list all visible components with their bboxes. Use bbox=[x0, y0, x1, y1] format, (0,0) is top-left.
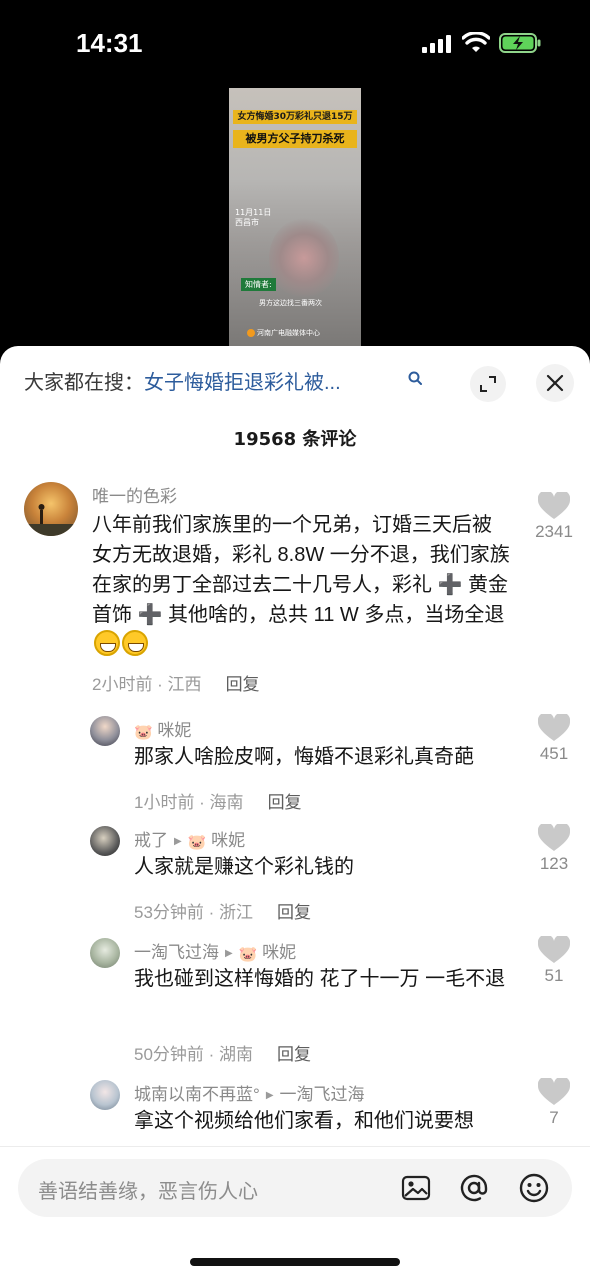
like-count: 51 bbox=[544, 966, 564, 985]
avatar[interactable] bbox=[90, 716, 120, 746]
video-headline-1: 女方悔婚30万彩礼只退15万 bbox=[233, 110, 357, 124]
expand-button[interactable] bbox=[470, 366, 506, 402]
like-button[interactable]: 2341 bbox=[524, 492, 584, 542]
comment-text: 八年前我们家族里的一个兄弟，订婚三天后被女方无故退婚，彩礼 8.8W 一分不退，… bbox=[92, 510, 510, 660]
reply-button[interactable]: 回复 bbox=[277, 1045, 311, 1064]
search-suggestion-label: 大家都在搜： bbox=[24, 372, 144, 394]
pig-icon: 🐷 bbox=[187, 834, 207, 851]
comment-meta: 1小时前 · 海南 回复 bbox=[134, 788, 302, 813]
comment-input-placeholder: 善语结善缘，恶言伤人心 bbox=[38, 1181, 258, 1203]
heart-icon bbox=[538, 1078, 570, 1105]
like-count: 451 bbox=[539, 744, 569, 763]
heart-icon bbox=[538, 936, 570, 963]
avatar[interactable] bbox=[24, 482, 78, 536]
reply-button[interactable]: 回复 bbox=[268, 793, 302, 812]
brand-logo-icon bbox=[247, 329, 255, 337]
heart-icon bbox=[538, 824, 570, 851]
signal-icon bbox=[422, 35, 451, 53]
comment-username[interactable]: 戒了 ▶ 🐷 咪妮 bbox=[134, 826, 245, 851]
wifi-icon bbox=[462, 32, 490, 52]
status-time: 14:31 bbox=[76, 28, 143, 58]
comment-username-text: 一淘飞过海 bbox=[134, 943, 219, 962]
reply-arrow-icon: ▶ bbox=[174, 836, 182, 847]
avatar[interactable] bbox=[90, 1080, 120, 1110]
video-thumbnail[interactable]: 女方悔婚30万彩礼只退15万 被男方父子持刀杀死 11月11日 西昌市 知情者:… bbox=[229, 88, 361, 348]
like-count: 123 bbox=[539, 854, 569, 873]
comment-input[interactable]: 善语结善缘，恶言伤人心 bbox=[18, 1159, 572, 1217]
video-subtitle: 男方这边找三番两次 bbox=[259, 299, 322, 307]
comment-time-location: 2小时前 · 江西 bbox=[92, 675, 202, 694]
comment-meta: 2小时前 · 江西 回复 bbox=[92, 670, 260, 695]
comment-text: 人家就是赚这个彩礼钱的 bbox=[134, 856, 354, 878]
comment-username[interactable]: 一淘飞过海 ▶ 🐷 咪妮 bbox=[134, 938, 296, 963]
video-date: 11月11日 西昌市 bbox=[235, 208, 272, 227]
like-button[interactable]: 7 bbox=[524, 1078, 584, 1128]
video-brand-text: 河南广电融媒体中心 bbox=[257, 329, 320, 337]
heart-icon bbox=[538, 714, 570, 741]
comment-text: 拿这个视频给他们家看，和他们说要想 bbox=[134, 1110, 474, 1132]
comment-text-body: 八年前我们家族里的一个兄弟，订婚三天后被女方无故退婚，彩礼 8.8W 一分不退，… bbox=[92, 514, 510, 626]
grin-emoji-icon bbox=[122, 630, 148, 656]
comment-meta: 53分钟前 · 浙江 回复 bbox=[134, 898, 311, 923]
battery-charging-icon bbox=[499, 33, 541, 53]
reply-button[interactable]: 回复 bbox=[226, 675, 260, 694]
pig-icon: 🐷 bbox=[238, 946, 258, 963]
comment-item: 唯一的色彩 八年前我们家族里的一个兄弟，订婚三天后被女方无故退婚，彩礼 8.8W… bbox=[0, 478, 590, 698]
like-button[interactable]: 51 bbox=[524, 936, 584, 986]
comment-item: 🐷 咪妮 那家人啥脸皮啊，悔婚不退彩礼真奇葩 1小时前 · 海南 回复 451 bbox=[0, 714, 590, 818]
comment-text: 我也碰到这样悔婚的 花了十一万 一毛不退 bbox=[134, 968, 506, 990]
comment-time-location: 50分钟前 · 湖南 bbox=[134, 1045, 254, 1064]
comment-sheet: 大家都在搜：女子悔婚拒退彩礼被... 19568 条评论 唯一的色彩 八年前我们… bbox=[0, 346, 590, 1280]
comment-username[interactable]: 唯一的色彩 bbox=[92, 482, 177, 507]
comment-username-text: 城南以南不再蓝° bbox=[134, 1085, 260, 1104]
at-icon[interactable] bbox=[458, 1172, 490, 1204]
like-button[interactable]: 451 bbox=[524, 714, 584, 764]
avatar[interactable] bbox=[90, 938, 120, 968]
home-indicator[interactable] bbox=[190, 1258, 400, 1266]
comment-list[interactable]: 唯一的色彩 八年前我们家族里的一个兄弟，订婚三天后被女方无故退婚，彩礼 8.8W… bbox=[0, 478, 590, 1146]
close-icon bbox=[546, 374, 564, 392]
reply-arrow-icon: ▶ bbox=[225, 948, 233, 959]
video-witness-label: 知情者: bbox=[241, 278, 276, 291]
avatar[interactable] bbox=[90, 826, 120, 856]
comment-item: 一淘飞过海 ▶ 🐷 咪妮 我也碰到这样悔婚的 花了十一万 一毛不退 50分钟前 · … bbox=[0, 936, 590, 1076]
comment-meta: 50分钟前 · 湖南 回复 bbox=[134, 1040, 311, 1065]
avatar-silhouette bbox=[24, 504, 78, 536]
comment-reply-to: 一淘飞过海 bbox=[279, 1085, 365, 1104]
pig-icon: 🐷 bbox=[134, 724, 153, 741]
comment-time-location: 1小时前 · 海南 bbox=[134, 793, 244, 812]
expand-icon bbox=[480, 376, 496, 392]
comment-count: 19568 条评论 bbox=[233, 429, 357, 450]
comment-username-text: 戒了 bbox=[134, 831, 168, 850]
comment-reply-to: 咪妮 bbox=[211, 831, 246, 850]
comment-time-location: 53分钟前 · 浙江 bbox=[134, 903, 254, 922]
reply-arrow-icon: ▶ bbox=[265, 1090, 274, 1101]
comment-item: 戒了 ▶ 🐷 咪妮 人家就是赚这个彩礼钱的 53分钟前 · 浙江 回复 123 bbox=[0, 824, 590, 930]
image-icon[interactable] bbox=[400, 1172, 432, 1204]
status-bar: 14:31 bbox=[0, 0, 590, 88]
video-headline-2: 被男方父子持刀杀死 bbox=[233, 130, 357, 148]
comment-reply-to: 咪妮 bbox=[262, 943, 297, 962]
reply-button[interactable]: 回复 bbox=[277, 903, 311, 922]
video-blurred-figure bbox=[269, 218, 339, 298]
comment-username[interactable]: 🐷 咪妮 bbox=[134, 716, 191, 741]
grin-emoji-icon bbox=[94, 630, 120, 656]
heart-icon bbox=[538, 492, 570, 519]
comment-text: 那家人啥脸皮啊，悔婚不退彩礼真奇葩 bbox=[134, 746, 474, 768]
comment-username[interactable]: 城南以南不再蓝° ▶ 一淘飞过海 bbox=[134, 1080, 365, 1105]
close-button[interactable] bbox=[536, 364, 574, 402]
comment-item: 城南以南不再蓝° ▶ 一淘飞过海 拿这个视频给他们家看，和他们说要想 7 bbox=[0, 1078, 590, 1146]
like-count: 7 bbox=[549, 1108, 559, 1127]
video-brand: 河南广电融媒体中心 bbox=[247, 328, 320, 338]
like-count: 2341 bbox=[535, 522, 573, 541]
comment-username-text: 咪妮 bbox=[157, 721, 192, 740]
search-suggestion-topic[interactable]: 女子悔婚拒退彩礼被... bbox=[144, 372, 341, 394]
search-icon[interactable] bbox=[407, 370, 423, 386]
like-button[interactable]: 123 bbox=[524, 824, 584, 874]
search-suggestion[interactable]: 大家都在搜：女子悔婚拒退彩礼被... bbox=[24, 366, 454, 398]
emoji-icon[interactable] bbox=[518, 1172, 550, 1204]
